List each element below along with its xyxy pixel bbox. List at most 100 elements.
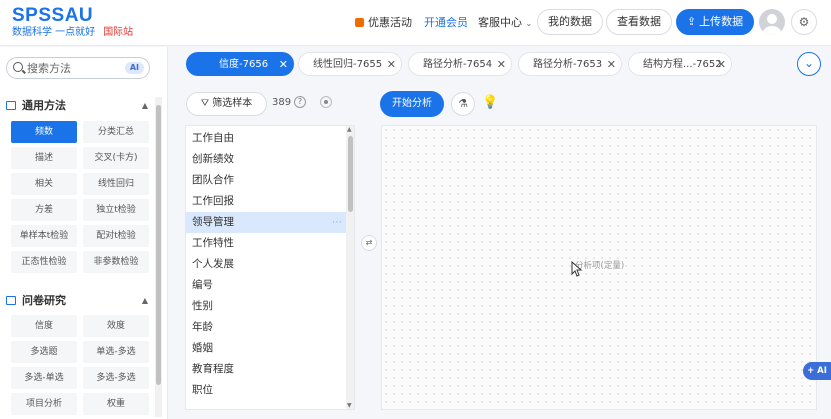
search-icon [13, 62, 23, 72]
tab-label: 线性回归-7655 [313, 59, 383, 70]
sample-count: 389 [272, 97, 292, 108]
close-icon[interactable]: ✕ [717, 53, 726, 75]
search-input[interactable] [27, 60, 117, 76]
avatar[interactable] [759, 9, 785, 35]
method-item[interactable]: 效度 [83, 315, 149, 337]
promo-label: 优惠活动 [368, 16, 412, 29]
section-label: 通用方法 [22, 99, 66, 112]
folder-icon [6, 296, 16, 305]
upload-data-button[interactable]: ⇪ 上传数据 [676, 9, 754, 35]
method-item[interactable]: 频数 [11, 121, 77, 143]
filter-samples-button[interactable]: ⛛ 筛选样本 [186, 92, 267, 116]
method-item[interactable]: 项目分析 [11, 393, 77, 415]
vip-link[interactable]: 开通会员 [424, 10, 468, 36]
chevron-down-icon[interactable]: ⌄ [797, 52, 821, 76]
slogan-text: 数据科学 一点就好 [12, 27, 96, 38]
method-item[interactable]: 信度 [11, 315, 77, 337]
variable-item[interactable]: 创新绩效 [186, 149, 346, 170]
close-icon[interactable]: ✕ [497, 53, 506, 75]
variable-item[interactable]: 编号 [186, 275, 346, 296]
swap-icon[interactable]: ⇄ [361, 235, 377, 251]
analysis-drop-zone[interactable]: 分析项(定量) [381, 125, 817, 410]
tab-analysis[interactable]: 线性回归-7655 ✕ [298, 52, 402, 76]
method-item[interactable]: 独立t检验 [83, 199, 149, 221]
tab-label: 路径分析-7654 [423, 59, 493, 70]
method-item[interactable]: 多选-单选 [11, 367, 77, 389]
cursor-icon [571, 261, 583, 277]
toggle-icon[interactable] [320, 96, 332, 108]
ai-badge[interactable]: AI [124, 62, 144, 74]
method-item[interactable]: 相关 [11, 173, 77, 195]
filter-icon: ⛛ [200, 98, 210, 109]
tab-analysis[interactable]: 信度-7656 ✕ [186, 52, 294, 76]
variable-item[interactable]: 个人发展 [186, 254, 346, 275]
intl-link[interactable]: 国际站 [103, 27, 133, 38]
section-title-general[interactable]: 通用方法 ▲ [6, 98, 150, 114]
method-item[interactable]: 交叉(卡方) [83, 147, 149, 169]
variable-scrollbar[interactable]: ▲ ▼ [346, 126, 354, 409]
variable-item[interactable]: 工作回报 [186, 191, 346, 212]
chevron-down-icon: ⌄ [525, 19, 533, 28]
method-item[interactable]: 配对t检验 [83, 225, 149, 247]
flask-icon[interactable]: ⚗ [451, 92, 475, 116]
variable-item[interactable]: 年龄 [186, 317, 346, 338]
method-item[interactable]: 分类汇总 [83, 121, 149, 143]
variable-item[interactable]: 职位 [186, 380, 346, 401]
view-data-button[interactable]: 查看数据 [606, 9, 672, 35]
upload-label: 上传数据 [699, 15, 744, 28]
logo[interactable]: SPSSAU 数据科学 一点就好 国际站 [12, 6, 133, 39]
gear-icon[interactable]: ⚙ [791, 9, 817, 35]
sidebar-scrollbar[interactable] [155, 97, 162, 417]
method-grid-survey: 信度 效度 多选题 单选-多选 多选-单选 多选-多选 项目分析 权重 [11, 315, 151, 415]
folder-icon [6, 101, 16, 110]
filter-label: 筛选样本 [212, 98, 253, 109]
service-label: 客服中心 [478, 16, 522, 29]
variable-scroll-thumb[interactable] [348, 136, 353, 212]
close-icon[interactable]: ✕ [279, 53, 288, 75]
method-item[interactable]: 单样本t检验 [11, 225, 77, 247]
method-item[interactable]: 多选-多选 [83, 367, 149, 389]
method-item[interactable]: 单选-多选 [83, 341, 149, 363]
variable-item[interactable]: 教育程度 [186, 359, 346, 380]
method-item[interactable]: 非参数检验 [83, 251, 149, 273]
logo-slogan: 数据科学 一点就好 国际站 [12, 27, 133, 39]
method-item[interactable]: 正态性检验 [11, 251, 77, 273]
method-sidebar: AI 通用方法 ▲ 频数 分类汇总 描述 交叉(卡方) 相关 线性回归 方差 独… [0, 47, 168, 419]
lightbulb-icon[interactable]: 💡 [482, 93, 498, 113]
method-item[interactable]: 多选题 [11, 341, 77, 363]
method-item[interactable]: 线性回归 [83, 173, 149, 195]
tab-label: 结构方程...-7652 [643, 59, 722, 70]
start-analysis-button[interactable]: 开始分析 [380, 91, 444, 117]
scroll-down-icon[interactable]: ▼ [347, 402, 352, 409]
help-icon[interactable]: ? [294, 96, 306, 108]
chevron-up-icon: ▲ [141, 101, 148, 110]
method-grid-general: 频数 分类汇总 描述 交叉(卡方) 相关 线性回归 方差 独立t检验 单样本t检… [11, 121, 151, 273]
tab-label: 信度-7656 [219, 59, 269, 70]
gift-icon [355, 18, 364, 27]
variable-item[interactable]: 工作自由 [186, 128, 346, 149]
tab-analysis[interactable]: 路径分析-7654 ✕ [408, 52, 512, 76]
variable-item[interactable]: 性别 [186, 296, 346, 317]
method-search[interactable]: AI [6, 57, 150, 79]
variable-item[interactable]: 工作特性 [186, 233, 346, 254]
service-center-menu[interactable]: 客服中心 ⌄ [478, 10, 532, 36]
scroll-up-icon[interactable]: ▲ [347, 126, 352, 133]
ai-assistant-button[interactable]: + AI [803, 362, 831, 380]
top-header: SPSSAU 数据科学 一点就好 国际站 优惠活动 开通会员 客服中心 ⌄ 我的数… [0, 0, 831, 46]
my-data-button[interactable]: 我的数据 [537, 9, 603, 35]
sidebar-scroll-thumb[interactable] [156, 105, 161, 385]
method-item[interactable]: 描述 [11, 147, 77, 169]
method-item[interactable]: 权重 [83, 393, 149, 415]
upload-icon: ⇪ [686, 15, 697, 28]
close-icon[interactable]: ✕ [607, 53, 616, 75]
tab-analysis[interactable]: 路径分析-7653 ✕ [518, 52, 622, 76]
close-icon[interactable]: ✕ [387, 53, 396, 75]
variable-item[interactable]: 婚姻 [186, 338, 346, 359]
method-item[interactable]: 方差 [11, 199, 77, 221]
tab-analysis[interactable]: 结构方程...-7652 ✕ [628, 52, 732, 76]
section-title-survey[interactable]: 问卷研究 ▲ [6, 293, 150, 309]
promo-link[interactable]: 优惠活动 [355, 10, 412, 36]
variable-item[interactable]: 团队合作 [186, 170, 346, 191]
analysis-tabs: 信度-7656 ✕ 线性回归-7655 ✕ 路径分析-7654 ✕ 路径分析-7… [180, 50, 780, 78]
variable-item-selected[interactable]: 领导管理 [186, 212, 346, 233]
